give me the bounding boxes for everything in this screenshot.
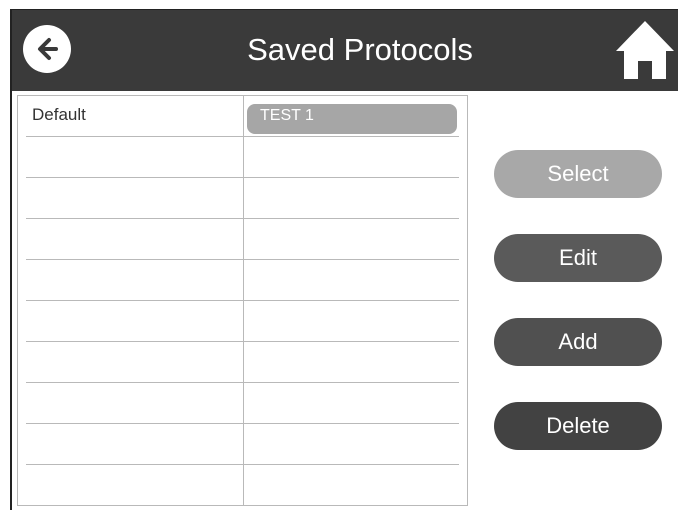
table-cell[interactable] [244, 137, 467, 178]
table-row[interactable]: Default TEST 1 [18, 96, 467, 137]
table-cell[interactable] [18, 301, 243, 342]
table-row[interactable] [18, 260, 467, 301]
table-cell[interactable] [18, 137, 243, 178]
table-cell[interactable] [244, 424, 467, 465]
table-row[interactable] [18, 424, 467, 465]
table-row[interactable] [18, 465, 467, 506]
table-cell[interactable] [18, 260, 243, 301]
page-title: Saved Protocols [247, 32, 473, 67]
table-cell[interactable] [244, 301, 467, 342]
table-row[interactable] [18, 219, 467, 260]
protocol-table: Default TEST 1 [17, 95, 468, 506]
table-row[interactable] [18, 137, 467, 178]
table-row[interactable] [18, 383, 467, 424]
add-button[interactable]: Add [494, 318, 662, 366]
table-cell[interactable] [244, 219, 467, 260]
header-bar: Saved Protocols [10, 9, 678, 91]
table-cell[interactable] [18, 178, 243, 219]
table-cell[interactable] [244, 260, 467, 301]
saved-protocols-screen: Saved Protocols Default TEST 1 Select Ed… [10, 9, 678, 510]
table-cell-selected[interactable]: TEST 1 [244, 96, 467, 137]
edit-button[interactable]: Edit [494, 234, 662, 282]
table-cell[interactable] [244, 178, 467, 219]
home-icon [616, 21, 674, 79]
selected-protocol-pill[interactable]: TEST 1 [247, 104, 457, 134]
table-cell[interactable]: Default [18, 96, 243, 137]
window-frame-left [10, 9, 12, 510]
table-cell[interactable] [244, 465, 467, 506]
delete-button[interactable]: Delete [494, 402, 662, 450]
table-cell[interactable] [244, 342, 467, 383]
table-row[interactable] [18, 178, 467, 219]
home-button[interactable] [614, 17, 676, 83]
window-frame-top [10, 9, 678, 10]
table-cell[interactable] [18, 219, 243, 260]
table-cell[interactable] [18, 383, 243, 424]
table-cell[interactable] [18, 342, 243, 383]
table-row[interactable] [18, 342, 467, 383]
arrow-left-icon [38, 38, 58, 60]
table-cell[interactable] [18, 424, 243, 465]
select-button[interactable]: Select [494, 150, 662, 198]
table-cell[interactable] [18, 465, 243, 506]
table-row[interactable] [18, 301, 467, 342]
back-button[interactable] [23, 25, 71, 73]
table-cell[interactable] [244, 383, 467, 424]
